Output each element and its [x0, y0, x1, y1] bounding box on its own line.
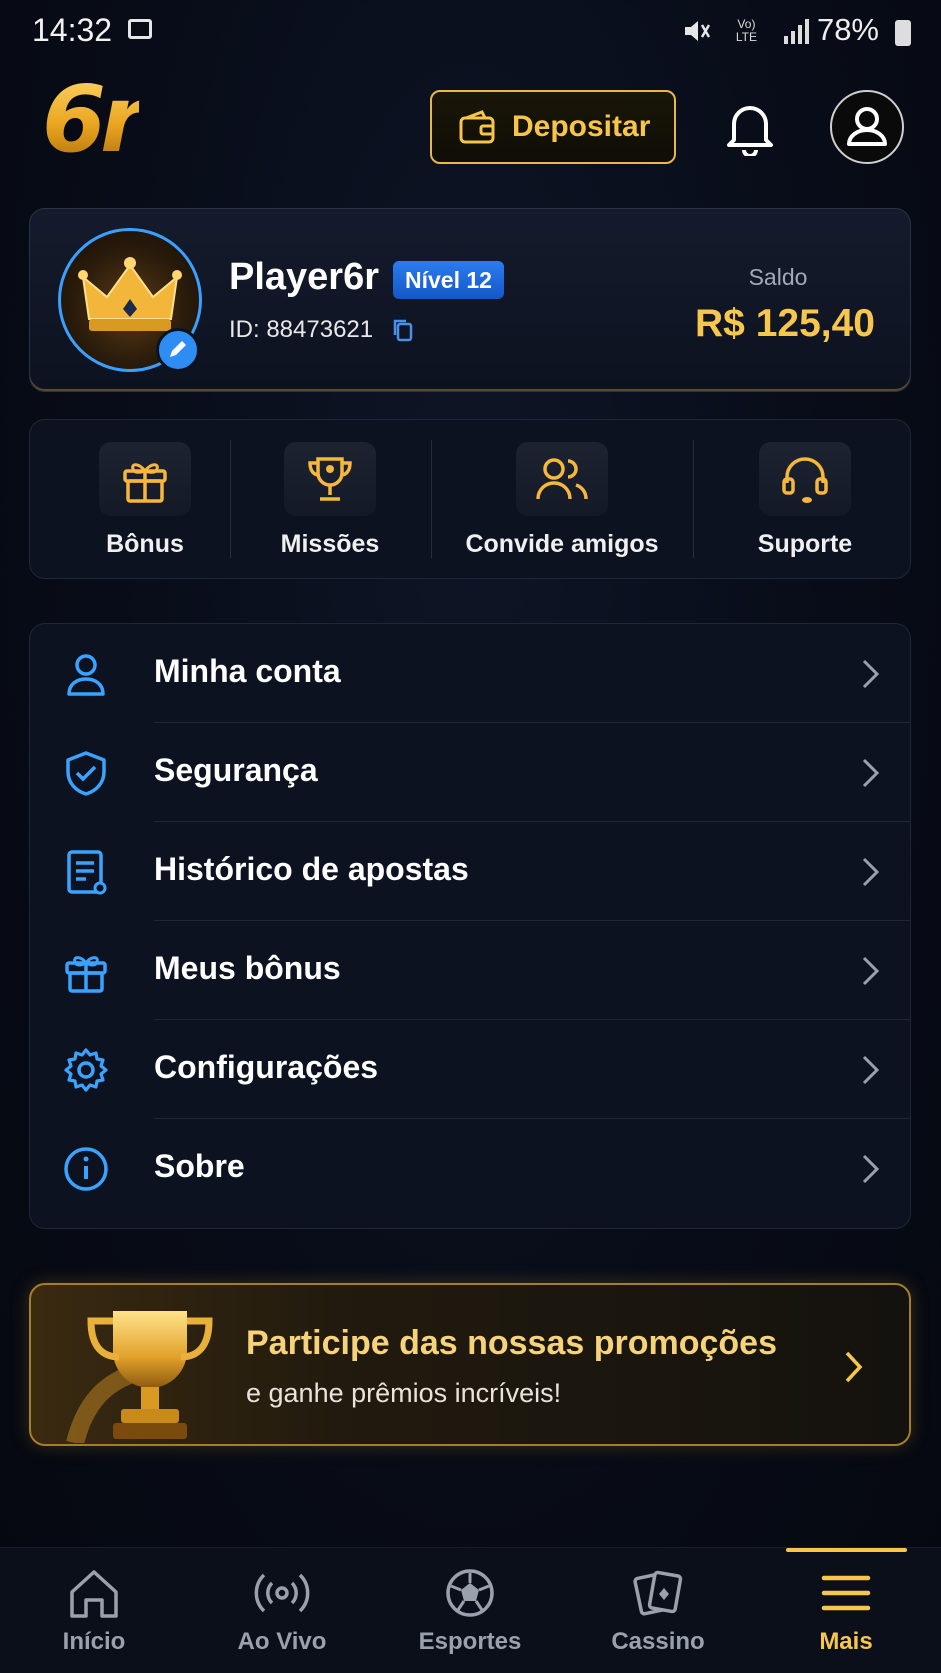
- tab-cassino[interactable]: Cassino: [564, 1548, 752, 1673]
- pencil-icon: [170, 341, 186, 357]
- quick-action-support[interactable]: Suporte: [698, 420, 912, 580]
- bottom-nav: Início Ao Vivo Esportes Cassino Mais: [0, 1547, 941, 1673]
- tab-label: Esportes: [418, 1628, 522, 1655]
- battery-percent: 78%: [816, 12, 879, 47]
- promo-subtitle: e ganhe prêmios incríveis!: [246, 1378, 562, 1408]
- volte-indicator: Vo) LTE: [735, 17, 757, 44]
- level-badge: Nível 12: [393, 261, 504, 299]
- tab-inicio[interactable]: Início: [0, 1548, 188, 1673]
- quick-action-icon-box: [759, 442, 851, 516]
- signal-icon: [784, 19, 809, 44]
- profile-avatar-button[interactable]: [830, 90, 904, 164]
- menu-item-label: Sobre: [154, 1148, 245, 1184]
- image-notification-icon: [128, 19, 152, 39]
- quick-action-missions[interactable]: Missões: [240, 420, 420, 580]
- mute-icon: [685, 21, 711, 41]
- quick-action-icon-box: [284, 442, 376, 516]
- chevron-right-icon[interactable]: [843, 1350, 863, 1384]
- document-icon: [67, 850, 107, 895]
- menu-item-label: Minha conta: [154, 653, 341, 689]
- chevron-right-icon: [862, 1154, 880, 1184]
- battery-icon: [895, 20, 911, 46]
- tab-ao-vivo[interactable]: Ao Vivo: [188, 1548, 376, 1673]
- divider: [693, 440, 694, 558]
- menu-item-seguranca[interactable]: Segurança: [30, 723, 910, 821]
- menu-item-meus-bonus[interactable]: Meus bônus: [30, 921, 910, 1019]
- bell-icon[interactable]: [724, 100, 776, 156]
- player-name: Player6r: [229, 256, 380, 298]
- deposit-label: Depositar: [512, 110, 651, 143]
- promo-banner[interactable]: [29, 1283, 911, 1446]
- quick-action-label: Convide amigos: [465, 530, 659, 558]
- status-time: 14:32: [32, 12, 113, 48]
- balance-value: R$ 125,40: [695, 302, 875, 345]
- menu-item-sobre[interactable]: Sobre: [30, 1119, 910, 1217]
- divider: [230, 440, 231, 558]
- balance-label: Saldo: [748, 264, 808, 290]
- user-icon: [847, 107, 887, 146]
- live-icon: [254, 1573, 310, 1613]
- tab-label: Mais: [819, 1628, 873, 1655]
- app-logo[interactable]: 6r: [42, 70, 145, 170]
- users-icon: [536, 458, 588, 500]
- cards-icon: [633, 1570, 683, 1616]
- promo-title: Participe das nossas promoções: [246, 1324, 777, 1362]
- tab-label: Cassino: [611, 1628, 705, 1655]
- soccer-ball-icon: [446, 1569, 494, 1617]
- menu-item-historico[interactable]: Histórico de apostas: [30, 822, 910, 920]
- divider: [431, 440, 432, 558]
- shield-icon: [66, 751, 106, 796]
- copy-icon[interactable]: [392, 318, 414, 342]
- trophy-icon: [308, 457, 352, 501]
- tab-mais[interactable]: Mais: [752, 1548, 940, 1673]
- chevron-right-icon: [862, 659, 880, 689]
- quick-actions: Bônus Missões Convide amigos Suporte: [29, 419, 911, 579]
- menu-item-label: Segurança: [154, 752, 318, 788]
- gift-icon: [65, 956, 107, 993]
- gift-icon: [123, 463, 167, 503]
- deposit-button[interactable]: Depositar: [430, 90, 676, 164]
- settings-menu: Minha conta Segurança Histórico de apost…: [29, 623, 911, 1229]
- chevron-right-icon: [862, 1055, 880, 1085]
- wallet-icon: [459, 110, 495, 144]
- tab-label: Ao Vivo: [237, 1628, 327, 1655]
- menu-item-label: Meus bônus: [154, 950, 341, 986]
- user-icon: [67, 654, 105, 696]
- trophy-icon: [66, 1311, 213, 1443]
- chevron-right-icon: [862, 857, 880, 887]
- quick-action-label: Bônus: [106, 530, 184, 558]
- menu-item-configuracoes[interactable]: Configurações: [30, 1020, 910, 1118]
- menu-item-minha-conta[interactable]: Minha conta: [30, 624, 910, 722]
- chevron-right-icon: [862, 758, 880, 788]
- menu-item-label: Configurações: [154, 1049, 379, 1085]
- home-icon: [70, 1570, 118, 1618]
- status-bar: 14:32 Vo) LTE 78%: [0, 0, 941, 62]
- menu-item-label: Histórico de apostas: [154, 851, 469, 887]
- quick-action-icon-box: [99, 442, 191, 516]
- quick-action-invite-friends[interactable]: Convide amigos: [434, 420, 690, 580]
- tab-esportes[interactable]: Esportes: [376, 1548, 564, 1673]
- info-icon: [64, 1147, 108, 1191]
- gear-icon: [64, 1048, 108, 1092]
- quick-action-bonus[interactable]: Bônus: [55, 420, 235, 580]
- tab-label: Início: [62, 1628, 126, 1655]
- quick-action-label: Missões: [280, 530, 380, 558]
- player-id: ID: 88473621: [229, 316, 374, 343]
- quick-action-icon-box: [516, 442, 608, 516]
- edit-avatar-button[interactable]: [156, 328, 200, 372]
- headset-icon: [782, 457, 828, 503]
- chevron-right-icon: [862, 956, 880, 986]
- menu-icon: [821, 1575, 871, 1611]
- quick-action-label: Suporte: [757, 530, 853, 558]
